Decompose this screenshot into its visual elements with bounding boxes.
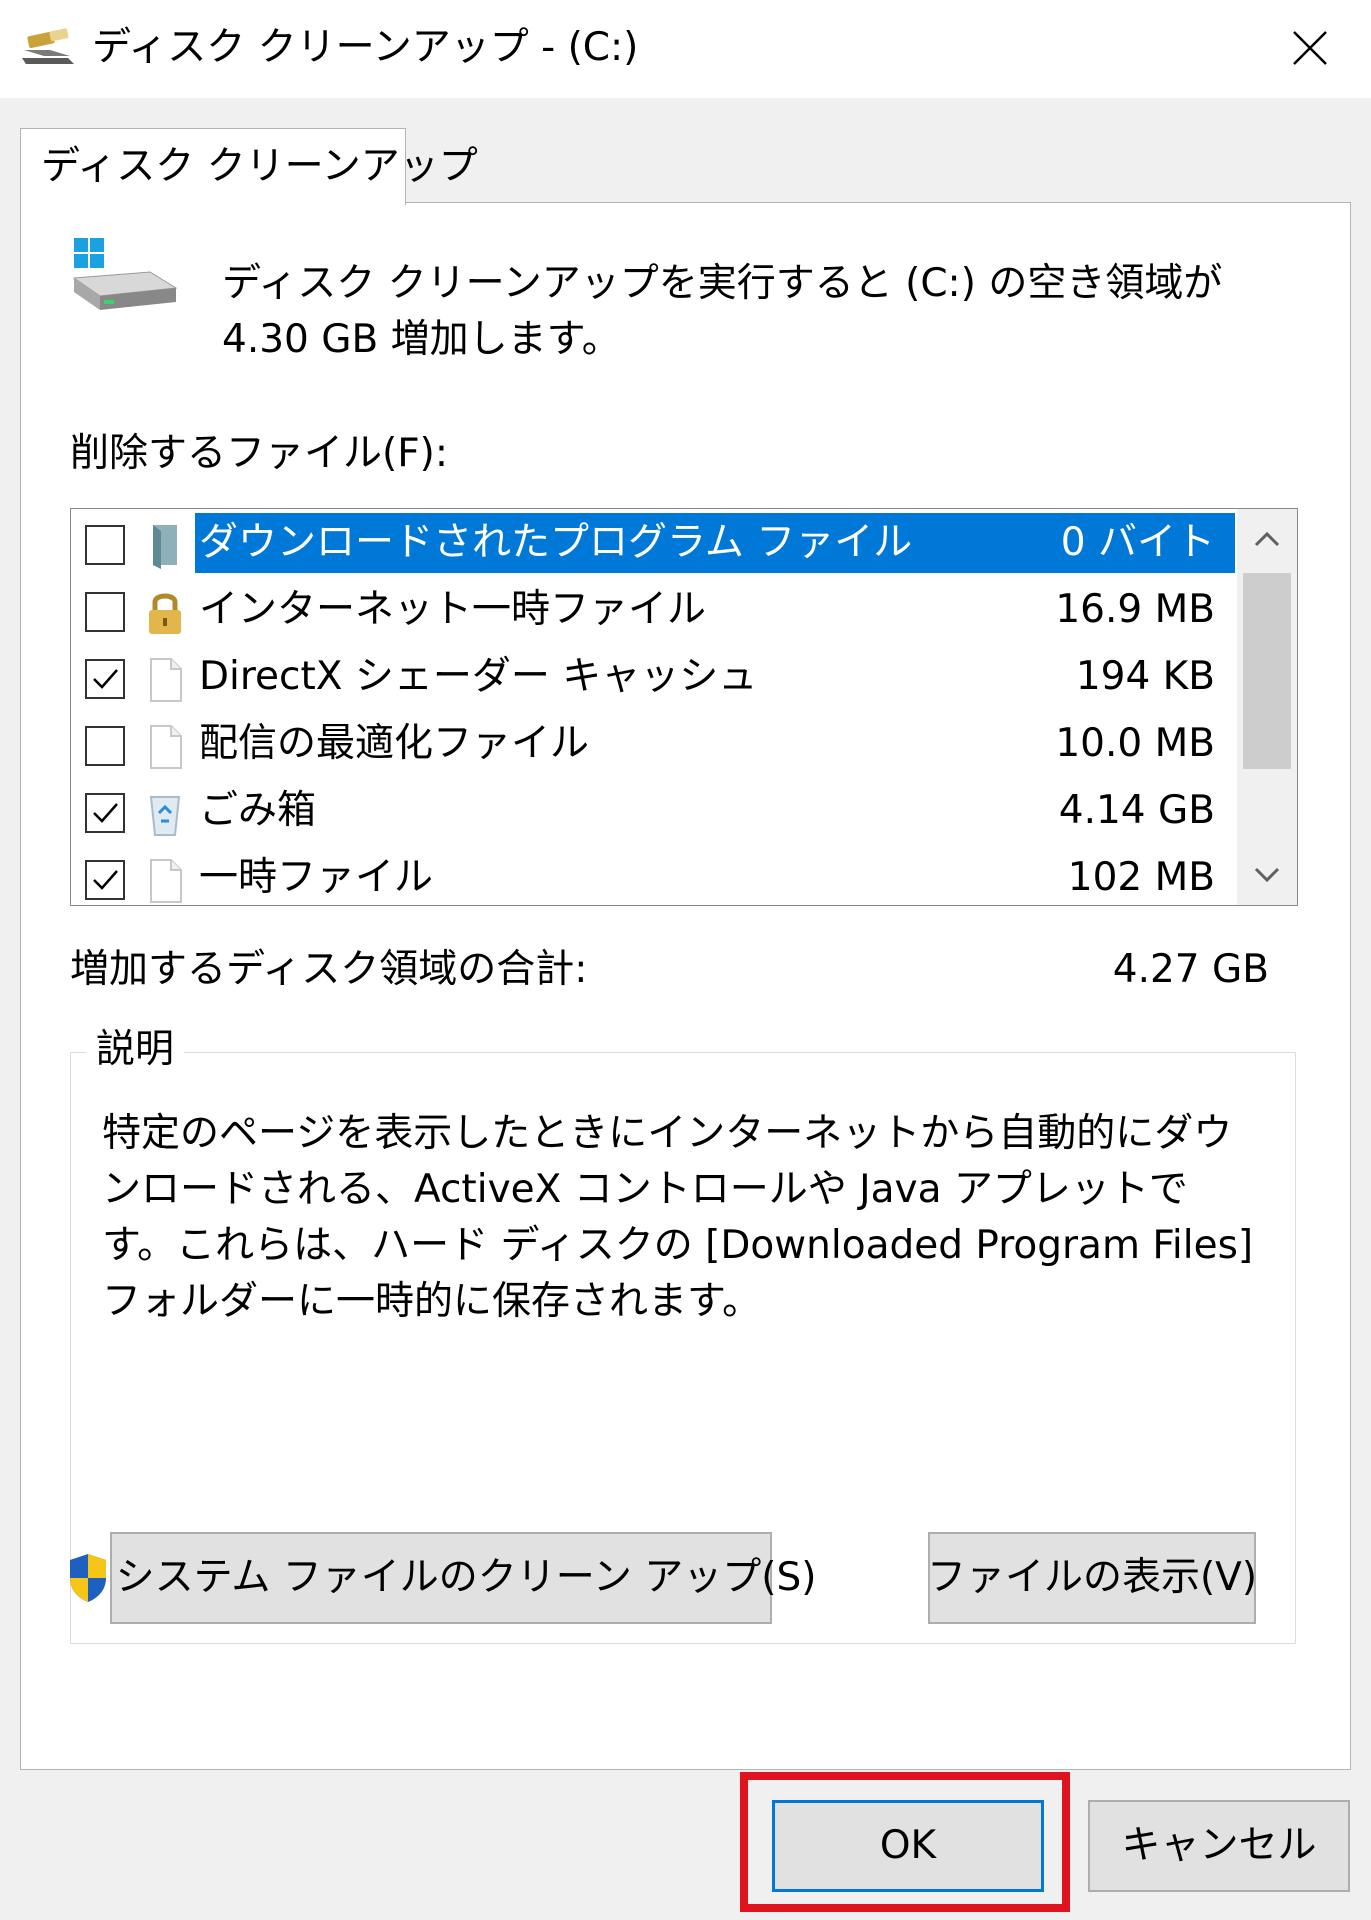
lock-icon	[143, 588, 187, 636]
scroll-down-button[interactable]	[1237, 845, 1297, 905]
tab-label: ディスク クリーンアップ	[41, 144, 478, 189]
drive-icon	[72, 238, 178, 310]
scroll-thumb[interactable]	[1243, 573, 1291, 769]
file-entry[interactable]: ごみ箱 4.14 GB	[195, 781, 1235, 841]
file-size: 16.9 MB	[1055, 587, 1215, 632]
view-files-label: ファイルの表示(V)	[926, 1555, 1258, 1600]
ok-button[interactable]: OK	[772, 1800, 1044, 1892]
file-icon	[143, 722, 187, 770]
title-bar: ディスク クリーンアップ - (C:)	[0, 0, 1371, 98]
chevron-down-icon	[1254, 867, 1280, 883]
file-name: DirectX シェーダー キャッシュ	[199, 654, 758, 699]
close-icon	[1293, 31, 1327, 65]
tab-disk-cleanup[interactable]: ディスク クリーンアップ	[20, 128, 478, 205]
disk-cleanup-app-icon	[22, 28, 74, 64]
file-name: 一時ファイル	[199, 855, 434, 900]
file-entry[interactable]: 一時ファイル 102 MB	[195, 848, 1235, 905]
file-icon	[143, 655, 187, 703]
file-checkbox[interactable]	[85, 793, 125, 833]
file-size: 102 MB	[1067, 855, 1215, 900]
cleanup-info-text: ディスク クリーンアップを実行すると (C:) の空き領域が 4.30 GB 増…	[222, 261, 1223, 362]
file-checkbox[interactable]	[85, 659, 125, 699]
description-title: 説明	[86, 1022, 185, 1078]
list-item[interactable]: インターネット一時ファイル 16.9 MB	[71, 576, 1236, 643]
checkmark-icon	[93, 803, 118, 823]
close-button[interactable]	[1270, 14, 1350, 82]
window-title: ディスク クリーンアップ - (C:)	[92, 25, 639, 70]
file-name: インターネット一時ファイル	[199, 587, 707, 632]
file-checkbox[interactable]	[85, 860, 125, 900]
total-space-value: 4.27 GB	[1112, 947, 1269, 992]
cancel-label: キャンセル	[1121, 1823, 1317, 1868]
description-text: 特定のページを表示したときにインターネットから自動的にダウンロードされる、Act…	[102, 1111, 1254, 1324]
total-space-label: 増加するディスク領域の合計:	[70, 947, 588, 992]
files-listbox[interactable]: ダウンロードされたプログラム ファイル 0 バイトインターネット一時ファイル 16.…	[70, 508, 1298, 906]
file-size: 4.14 GB	[1058, 788, 1215, 833]
file-checkbox[interactable]	[85, 726, 125, 766]
view-files-button[interactable]: ファイルの表示(V)	[926, 1532, 1258, 1624]
file-entry[interactable]: 配信の最適化ファイル 10.0 MB	[195, 714, 1235, 774]
checkmark-icon	[93, 870, 118, 890]
file-entry[interactable]: ダウンロードされたプログラム ファイル 0 バイト	[195, 513, 1235, 573]
file-name: ダウンロードされたプログラム ファイル	[199, 520, 913, 565]
system-cleanup-label: システム ファイルのクリーン アップ(S)	[115, 1555, 817, 1600]
system-cleanup-button[interactable]: システム ファイルのクリーン アップ(S)	[69, 1532, 816, 1624]
list-item[interactable]: 一時ファイル 102 MB	[71, 844, 1236, 905]
uac-shield-icon	[66, 1552, 110, 1604]
folder-icon	[143, 521, 187, 569]
list-item[interactable]: ごみ箱 4.14 GB	[71, 777, 1236, 844]
file-checkbox[interactable]	[85, 592, 125, 632]
file-icon	[143, 856, 187, 904]
checkmark-icon	[93, 669, 118, 689]
list-item[interactable]: DirectX シェーダー キャッシュ 194 KB	[71, 643, 1236, 710]
file-entry[interactable]: インターネット一時ファイル 16.9 MB	[195, 580, 1235, 640]
file-name: 配信の最適化ファイル	[199, 721, 590, 766]
file-entry[interactable]: DirectX シェーダー キャッシュ 194 KB	[195, 647, 1235, 707]
scroll-up-button[interactable]	[1237, 509, 1297, 569]
list-item[interactable]: ダウンロードされたプログラム ファイル 0 バイト	[71, 509, 1236, 576]
cancel-button[interactable]: キャンセル	[1088, 1800, 1350, 1892]
file-size: 0 バイト	[1060, 520, 1215, 565]
ok-label: OK	[879, 1823, 937, 1868]
recycle-bin-icon	[143, 789, 187, 837]
file-checkbox[interactable]	[85, 525, 125, 565]
file-size: 10.0 MB	[1055, 721, 1215, 766]
file-size: 194 KB	[1075, 654, 1215, 699]
listbox-scrollbar[interactable]	[1237, 509, 1297, 905]
list-item[interactable]: 配信の最適化ファイル 10.0 MB	[71, 710, 1236, 777]
files-to-delete-label: 削除するファイル(F):	[70, 431, 449, 476]
chevron-up-icon	[1254, 531, 1280, 547]
file-name: ごみ箱	[199, 788, 317, 833]
